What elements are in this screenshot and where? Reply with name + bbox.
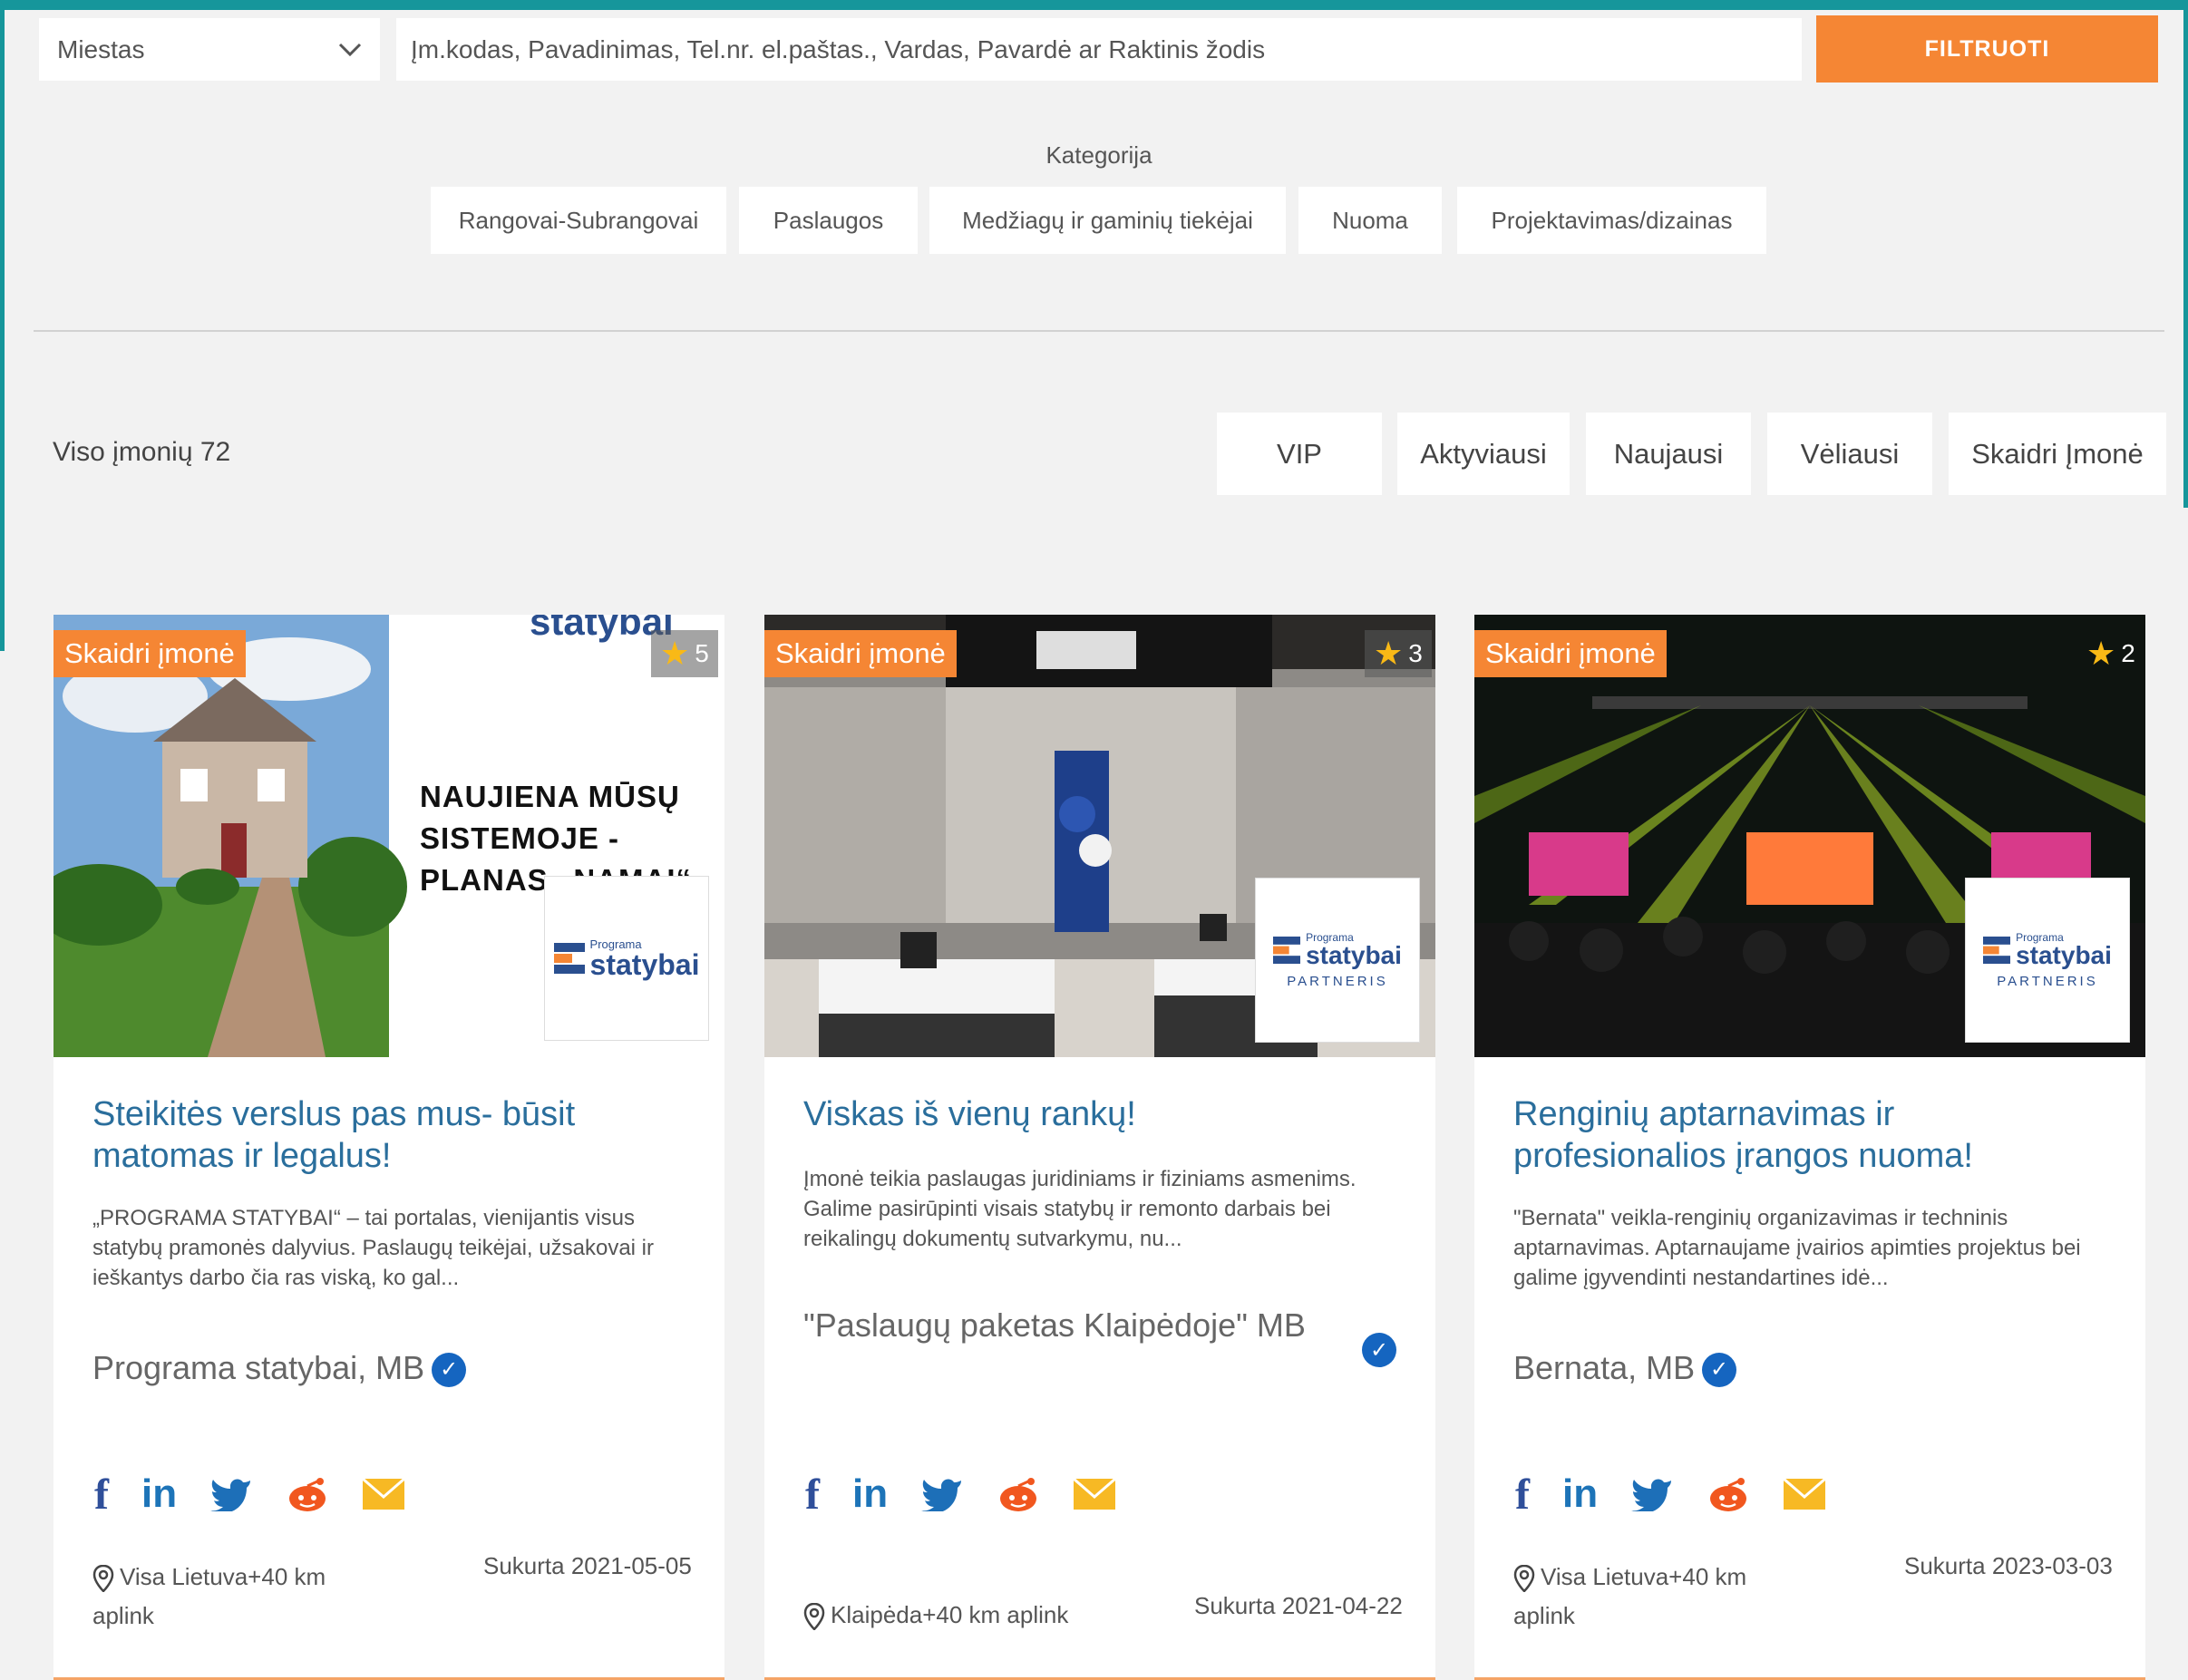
partneris-logo: Programa statybai PARTNERIS [1255, 878, 1420, 1043]
mail-icon[interactable] [1783, 1471, 1826, 1517]
rating-value: 2 [2121, 639, 2135, 667]
category-nuoma[interactable]: Nuoma [1298, 187, 1442, 254]
location-pin-icon [92, 1565, 114, 1593]
company-card[interactable]: Programa statybai PARTNERIS Skaidri įmonė… [764, 615, 1435, 1680]
skaidri-badge: Skaidri įmonė [1474, 630, 1667, 677]
company-card[interactable]: Programa statybai PARTNERIS Skaidri įmonė… [1474, 615, 2145, 1680]
verified-icon: ✓ [1702, 1353, 1737, 1388]
section-divider [34, 330, 2164, 332]
company-name-text: Bernata, MB [1513, 1349, 1696, 1386]
category-paslaugos[interactable]: Paslaugos [739, 187, 918, 254]
share-buttons: f in [805, 1471, 1116, 1519]
category-medziagos[interactable]: Medžiagų ir gaminių tiekėjai [929, 187, 1286, 254]
company-name[interactable]: "Paslaugų paketas Klaipėdoje" MB [803, 1304, 1311, 1347]
star-icon: ★ [660, 635, 690, 672]
skaidri-badge: Skaidri įmonė [764, 630, 957, 677]
reddit-icon[interactable] [1707, 1471, 1750, 1517]
location: Klaipėda+40 km aplink [803, 1596, 1068, 1635]
location-pin-icon [803, 1603, 825, 1631]
total-companies: Viso įmonių 72 [53, 437, 231, 467]
logo-mark-icon [1983, 936, 2011, 964]
logo-sub-text: PARTNERIS [1997, 973, 2098, 989]
company-name[interactable]: Bernata, MB ✓ [1513, 1346, 2112, 1390]
linkedin-icon[interactable]: in [852, 1471, 888, 1517]
sort-aktyviausi[interactable]: Aktyviausi [1397, 413, 1570, 495]
rating-value: 3 [1408, 639, 1423, 667]
logo-sub-text: PARTNERIS [1287, 973, 1388, 989]
star-icon: ★ [2086, 635, 2116, 672]
programa-statybai-logo: Programa statybai [544, 876, 709, 1041]
sort-naujausi[interactable]: Naujausi [1586, 413, 1751, 495]
logo-main-text: statybai [1306, 940, 1402, 969]
company-name-text: Programa statybai, MB [92, 1349, 425, 1386]
search-input[interactable] [396, 18, 1802, 81]
linkedin-icon[interactable]: in [1562, 1471, 1598, 1517]
location-text: Visa Lietuva+40 km aplink [92, 1563, 326, 1629]
location: Visa Lietuva+40 km aplink [1513, 1558, 1776, 1636]
facebook-icon[interactable]: f [1515, 1471, 1530, 1519]
created-date: Sukurta 2023-03-03 [1904, 1552, 2113, 1579]
right-accent-bar [2183, 0, 2188, 508]
location: Visa Lietuva+40 km aplink [92, 1558, 355, 1636]
facebook-icon[interactable]: f [94, 1471, 109, 1519]
card-image[interactable]: Programa statybai PARTNERIS Skaidri įmonė… [1474, 615, 2145, 1057]
top-accent-bar [0, 0, 2188, 10]
rating-badge: ★ 2 [2077, 630, 2144, 677]
facebook-icon[interactable]: f [805, 1471, 820, 1519]
company-card[interactable]: statybai NAUJIENA MŪSŲ SISTEMOJE - PLANA… [53, 615, 724, 1680]
sort-skaidri-imone[interactable]: Skaidri Įmonė [1949, 413, 2166, 495]
city-select-label: Miestas [57, 34, 145, 63]
card-description: „PROGRAMA STATYBAI“ – tai portalas, vien… [92, 1206, 654, 1290]
image-headline-line: NAUJIENA MŪSŲ [420, 780, 680, 813]
reddit-icon[interactable] [286, 1471, 329, 1517]
star-icon: ★ [1374, 635, 1404, 672]
logo-main-text: statybai [2016, 940, 2112, 969]
partneris-logo: Programa statybai PARTNERIS [1965, 878, 2130, 1043]
category-projektavimas[interactable]: Projektavimas/dizainas [1457, 187, 1766, 254]
category-title: Kategorija [1045, 141, 1152, 169]
company-name-text: "Paslaugų paketas Klaipėdoje" MB [803, 1306, 1306, 1344]
card-image[interactable]: statybai NAUJIENA MŪSŲ SISTEMOJE - PLANA… [53, 615, 724, 1057]
share-buttons: f in [1515, 1471, 1826, 1519]
location-text: Visa Lietuva+40 km aplink [1513, 1563, 1747, 1629]
logo-mark-icon [1273, 936, 1301, 964]
reddit-icon[interactable] [997, 1471, 1040, 1517]
image-headline-line: SISTEMOJE - [420, 821, 620, 855]
sort-veliausi[interactable]: Vėliausi [1767, 413, 1932, 495]
sort-vip[interactable]: VIP [1217, 413, 1382, 495]
card-image[interactable]: Programa statybai PARTNERIS Skaidri įmonė… [764, 615, 1435, 1057]
twitter-icon[interactable] [209, 1471, 253, 1517]
chevron-down-icon [338, 43, 362, 56]
company-name[interactable]: Programa statybai, MB ✓ [92, 1346, 691, 1390]
skaidri-badge: Skaidri įmonė [53, 630, 246, 677]
mail-icon[interactable] [362, 1471, 405, 1517]
logo-mark-icon [553, 943, 585, 974]
rating-value: 5 [695, 639, 709, 667]
card-title[interactable]: Steikitės verslus pas mus- būsit matomas… [92, 1093, 682, 1177]
filter-button[interactable]: FILTRUOTI [1816, 15, 2158, 83]
verified-icon: ✓ [1362, 1333, 1396, 1367]
location-text: Klaipėda+40 km aplink [831, 1601, 1069, 1628]
card-description: Įmonė teikia paslaugas juridiniams ir fi… [803, 1167, 1357, 1251]
city-select[interactable]: Miestas [39, 18, 380, 81]
verified-icon: ✓ [432, 1353, 467, 1388]
mail-icon[interactable] [1073, 1471, 1116, 1517]
created-date: Sukurta 2021-04-22 [1194, 1592, 1403, 1619]
rating-badge: ★ 5 [651, 630, 718, 677]
twitter-icon[interactable] [1630, 1471, 1674, 1517]
share-buttons: f in [94, 1471, 405, 1519]
left-accent-bar [0, 0, 5, 651]
location-pin-icon [1513, 1565, 1535, 1593]
card-description: "Bernata" veikla-renginių organizavimas … [1513, 1206, 2081, 1290]
rating-badge: ★ 3 [1365, 630, 1432, 677]
created-date: Sukurta 2021-05-05 [483, 1552, 692, 1579]
linkedin-icon[interactable]: in [141, 1471, 177, 1517]
category-rangovai[interactable]: Rangovai-Subrangovai [431, 187, 726, 254]
logo-main-text: statybai [589, 947, 700, 981]
twitter-icon[interactable] [920, 1471, 964, 1517]
card-title[interactable]: Viskas iš vienų rankų! [803, 1093, 1393, 1135]
card-title[interactable]: Renginių aptarnavimas ir profesionalios … [1513, 1093, 2103, 1177]
